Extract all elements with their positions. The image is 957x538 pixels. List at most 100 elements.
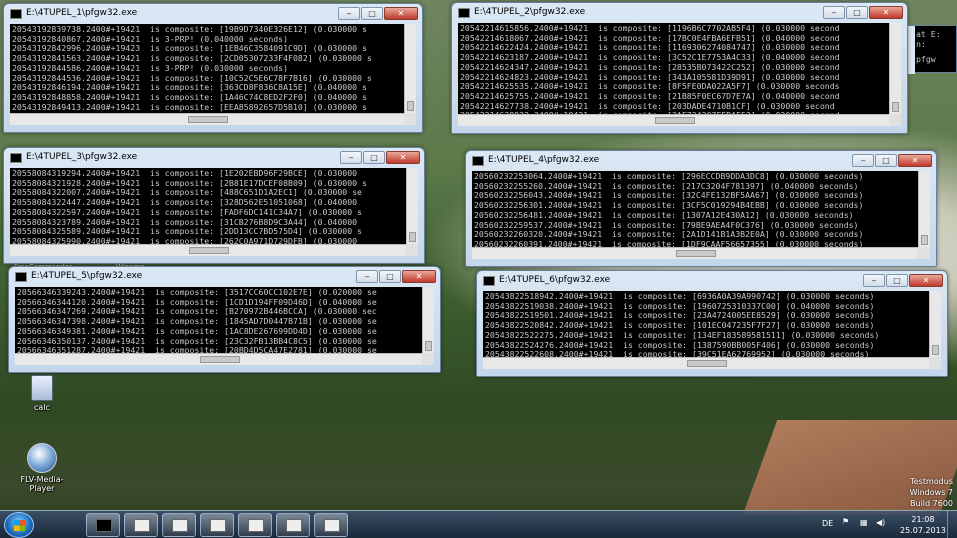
close-button[interactable]: ✕ — [384, 7, 418, 20]
window-title: E:\4TUPEL_4\pfgw32.exe — [488, 155, 600, 165]
taskbar-button-3[interactable] — [162, 513, 196, 537]
scrollbar-thumb[interactable] — [188, 116, 228, 123]
window-title: E:\4TUPEL_6\pfgw32.exe — [499, 275, 611, 285]
partial-console-line: n: — [916, 38, 926, 49]
maximize-button[interactable]: □ — [846, 6, 868, 19]
console-line: 20558084325990.2400#+19421 is composite:… — [12, 235, 358, 244]
title-bar[interactable]: E:\4TUPEL_3\pfgw32.exe ‒ □ ✕ — [4, 148, 424, 168]
minimize-button[interactable]: ‒ — [863, 274, 885, 287]
watermark-line: Windows 7 — [909, 488, 953, 497]
desktop-icon-flv-media-player[interactable]: FLV-Media-Player — [12, 443, 72, 493]
flv-player-icon — [27, 443, 57, 473]
scrollbar-thumb[interactable] — [932, 345, 939, 355]
flag-icon[interactable]: ⚑ — [842, 517, 849, 538]
language-indicator[interactable]: DE — [822, 519, 833, 538]
taskbar-button-6[interactable] — [276, 513, 310, 537]
vertical-scrollbar[interactable] — [404, 24, 416, 113]
maximize-button[interactable]: □ — [875, 154, 897, 167]
console-output[interactable]: 20543822518942.2400#+19421 is composite:… — [483, 291, 941, 369]
clock[interactable]: 21:08 25.07.2013 — [900, 514, 946, 538]
scrollbar-thumb[interactable] — [409, 232, 416, 242]
console-line: 20566346351287.2400#+19421 is composite:… — [17, 345, 377, 353]
horizontal-scrollbar[interactable] — [458, 114, 889, 126]
close-button[interactable]: ✕ — [386, 151, 420, 164]
maximize-button[interactable]: □ — [379, 270, 401, 283]
scrollbar-corner — [929, 357, 941, 369]
console-app-icon — [458, 8, 470, 18]
minimize-button[interactable]: ‒ — [340, 151, 362, 164]
horizontal-scrollbar[interactable] — [10, 113, 404, 125]
console-output[interactable]: 20566346339243.2400#+19421 is composite:… — [15, 287, 434, 365]
horizontal-scrollbar[interactable] — [472, 247, 918, 259]
clock-date: 25.07.2013 — [900, 526, 946, 535]
console-window-2[interactable]: E:\4TUPEL_2\pfgw32.exe ‒ □ ✕ 20542214615… — [451, 2, 908, 134]
console-window-4[interactable]: E:\4TUPEL_4\pfgw32.exe ‒ □ ✕ 20560232253… — [465, 150, 937, 267]
console-line: 20560232260391.2400#+19421 is composite:… — [474, 238, 864, 247]
show-desktop-button[interactable] — [947, 511, 957, 538]
partial-console-window[interactable]: at E: n: pfgw — [905, 25, 957, 74]
desktop-icon-calc[interactable]: calc — [12, 375, 72, 412]
test-mode-watermark: Testmodus Windows 7 Build 7600 — [910, 476, 953, 509]
network-icon[interactable]: ▦ — [860, 518, 868, 538]
window-title: E:\4TUPEL_3\pfgw32.exe — [26, 152, 138, 162]
console-output[interactable]: 20560232253064.2400#+19421 is composite:… — [472, 171, 930, 259]
minimize-button[interactable]: ‒ — [338, 7, 360, 20]
scrollbar-corner — [406, 244, 418, 256]
close-button[interactable]: ✕ — [898, 154, 932, 167]
vertical-scrollbar[interactable] — [422, 287, 434, 353]
console-output[interactable]: 20558084319294.2400#+19421 is composite:… — [10, 168, 418, 256]
console-output[interactable]: 20543192839738.2400#+19421 is composite:… — [10, 24, 416, 125]
taskbar-button-2[interactable] — [124, 513, 158, 537]
minimize-button[interactable]: ‒ — [852, 154, 874, 167]
scrollbar-thumb[interactable] — [407, 101, 414, 111]
minimize-button[interactable]: ‒ — [823, 6, 845, 19]
scrollbar-thumb[interactable] — [200, 356, 240, 363]
pfgw-window-icon — [210, 519, 226, 532]
pfgw-window-icon — [172, 519, 188, 532]
console-window-5[interactable]: E:\4TUPEL_5\pfgw32.exe ‒ □ ✕ 20566346339… — [8, 266, 441, 373]
window-title: E:\4TUPEL_2\pfgw32.exe — [474, 7, 586, 17]
title-bar[interactable]: E:\4TUPEL_5\pfgw32.exe ‒ □ ✕ — [9, 267, 440, 287]
console-output[interactable]: 20542214615856.2400#+19421 is composite:… — [458, 23, 901, 126]
console-line: 20543822522608.2400#+19421 is composite:… — [485, 349, 870, 357]
close-button[interactable]: ✕ — [909, 274, 943, 287]
title-bar[interactable]: E:\4TUPEL_1\pfgw32.exe ‒ □ ✕ — [4, 4, 422, 24]
taskbar-button-4[interactable] — [200, 513, 234, 537]
scrollbar-thumb[interactable] — [425, 341, 432, 351]
title-bar[interactable]: E:\4TUPEL_2\pfgw32.exe ‒ □ ✕ — [452, 3, 907, 23]
partial-console-line: pfgw — [916, 54, 936, 65]
scrollbar-thumb[interactable] — [655, 117, 695, 124]
console-window-1[interactable]: E:\4TUPEL_1\pfgw32.exe ‒ □ ✕ 20543192839… — [3, 3, 423, 133]
horizontal-scrollbar[interactable] — [483, 357, 929, 369]
maximize-button[interactable]: □ — [886, 274, 908, 287]
scrollbar-thumb[interactable] — [676, 250, 716, 257]
title-bar[interactable]: E:\4TUPEL_4\pfgw32.exe ‒ □ ✕ — [466, 151, 936, 171]
maximize-button[interactable]: □ — [361, 7, 383, 20]
vertical-scrollbar[interactable] — [929, 291, 941, 357]
pfgw-window-icon — [324, 519, 340, 532]
volume-icon[interactable]: ◀) — [876, 518, 885, 538]
start-button[interactable] — [4, 512, 34, 538]
console-window-3[interactable]: E:\4TUPEL_3\pfgw32.exe ‒ □ ✕ 20558084319… — [3, 147, 425, 264]
taskbar-button-5[interactable] — [238, 513, 272, 537]
minimize-button[interactable]: ‒ — [356, 270, 378, 283]
horizontal-scrollbar[interactable] — [10, 244, 406, 256]
vertical-scrollbar[interactable] — [406, 168, 418, 244]
watermark-line: Testmodus — [910, 477, 953, 486]
vertical-scrollbar[interactable] — [889, 23, 901, 114]
close-button[interactable]: ✕ — [402, 270, 436, 283]
close-button[interactable]: ✕ — [869, 6, 903, 19]
scrollbar-thumb[interactable] — [189, 247, 229, 254]
scrollbar-thumb[interactable] — [892, 102, 899, 112]
desktop-icon-label: FLV-Media-Player — [20, 475, 64, 493]
console-window-6[interactable]: E:\4TUPEL_6\pfgw32.exe ‒ □ ✕ 20543822518… — [476, 270, 948, 377]
horizontal-scrollbar[interactable] — [15, 353, 422, 365]
window-title: E:\4TUPEL_5\pfgw32.exe — [31, 271, 143, 281]
maximize-button[interactable]: □ — [363, 151, 385, 164]
vertical-scrollbar[interactable] — [918, 171, 930, 247]
scrollbar-thumb[interactable] — [687, 360, 727, 367]
taskbar-button-1[interactable] — [86, 513, 120, 537]
title-bar[interactable]: E:\4TUPEL_6\pfgw32.exe ‒ □ ✕ — [477, 271, 947, 291]
taskbar-button-7[interactable] — [314, 513, 348, 537]
scrollbar-thumb[interactable] — [921, 235, 928, 245]
